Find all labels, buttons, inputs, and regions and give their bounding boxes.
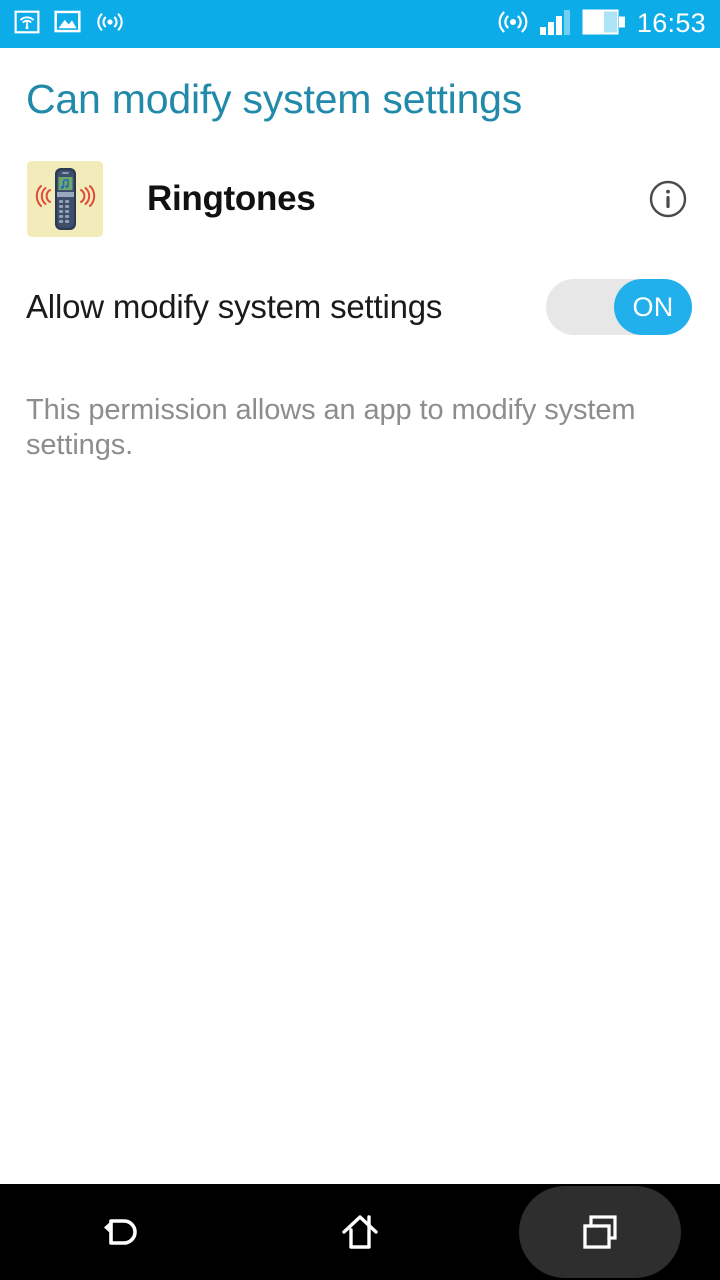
toggle-label: Allow modify system settings bbox=[26, 288, 443, 325]
app-header-row: Ringtones bbox=[0, 123, 720, 237]
home-icon bbox=[342, 1215, 378, 1249]
nav-recents-button[interactable] bbox=[480, 1184, 720, 1280]
permission-description: This permission allows an app to modify … bbox=[26, 394, 636, 462]
cellular-signal-icon bbox=[539, 8, 571, 41]
status-bar-left-icons bbox=[14, 8, 125, 40]
recents-icon bbox=[583, 1215, 617, 1249]
page-title: Can modify system settings bbox=[26, 76, 523, 122]
cast-screen-icon bbox=[14, 9, 40, 40]
back-arrow-icon bbox=[104, 1219, 137, 1245]
battery-icon bbox=[582, 9, 626, 40]
ringtones-app-icon bbox=[27, 161, 103, 237]
status-bar: 16:53 bbox=[0, 0, 720, 48]
allow-modify-system-settings-switch[interactable]: ON bbox=[546, 279, 692, 335]
status-bar-clock: 16:53 bbox=[636, 7, 706, 38]
switch-thumb: ON bbox=[614, 279, 692, 335]
app-info-button[interactable] bbox=[646, 177, 690, 221]
android-permission-screen: 16:53 Can modify system settings Rington… bbox=[0, 0, 720, 1280]
nav-back-button[interactable] bbox=[0, 1184, 240, 1280]
nav-home-button[interactable] bbox=[240, 1184, 480, 1280]
screenshot-image-icon bbox=[54, 8, 81, 40]
wireless-broadcast-icon bbox=[95, 9, 125, 40]
hotspot-icon bbox=[498, 7, 528, 42]
system-navigation-bar bbox=[0, 1184, 720, 1280]
allow-modify-system-settings-row[interactable]: Allow modify system settings ON bbox=[0, 237, 720, 335]
app-name: Ringtones bbox=[147, 179, 316, 218]
status-bar-right-icons: 16:53 bbox=[498, 7, 706, 42]
